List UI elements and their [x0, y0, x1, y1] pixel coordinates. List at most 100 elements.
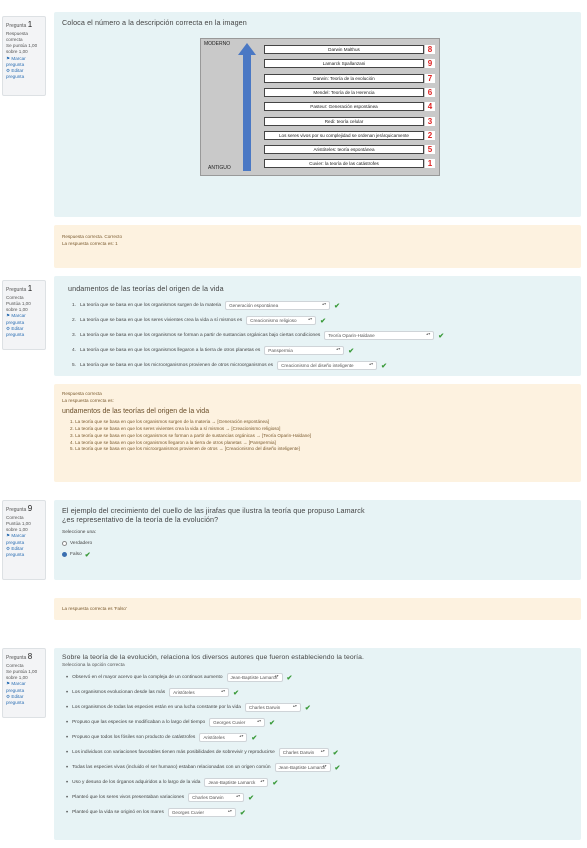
figure-number: 3: [425, 116, 435, 126]
figure-label-box: Mendel: Teoría de la Herencia: [264, 87, 424, 97]
answer-select[interactable]: Teoría Oparin-Haldane: [324, 331, 435, 340]
check-icon: ✔: [348, 347, 355, 355]
match-row: Uso y desuso de los órganos adquiridos a…: [66, 775, 573, 790]
answer-select[interactable]: Charles Darwin: [278, 748, 329, 757]
radio-button[interactable]: [62, 552, 67, 557]
answer-select[interactable]: Generación espontánea: [225, 301, 331, 310]
matching-list: 1. La teoría que se basa en que los organ…: [68, 298, 567, 373]
check-icon: ✔: [381, 362, 387, 370]
answer-select[interactable]: Georges Cuvier: [209, 718, 266, 727]
question-text: Coloca el número a la descripción correc…: [62, 18, 247, 27]
arrow-shape: [238, 43, 256, 171]
question-text-2: ¿es representativo de la teoría de la ev…: [62, 515, 219, 524]
option-false[interactable]: Falso ✔: [62, 549, 573, 560]
flag-question-link[interactable]: ⚑ Marcar pregunta: [6, 681, 42, 693]
question-number: Pregunta 1: [6, 20, 33, 29]
figure-label-box: Lamarck Spallanzani: [264, 59, 424, 69]
figure-label-box: Cuvier: la teoría de las catástrofes: [264, 159, 424, 169]
feedback-intro: La respuesta correcta es:: [62, 398, 114, 404]
answer-select[interactable]: Aristóteles: [199, 733, 248, 742]
feedback-line: 2. La teoría que se basa en que los sere…: [70, 425, 281, 431]
flag-icon: ⚑: [6, 313, 11, 319]
figure-label-box: Darwin Malthus: [264, 45, 424, 54]
figure-number: 7: [425, 73, 435, 83]
figure-number: 8: [425, 45, 435, 54]
answer-select[interactable]: Jean-Baptiste Lamarck: [204, 778, 269, 787]
radio-button[interactable]: [62, 541, 67, 546]
evolution-figure: MODERNO ANTIGUO Darwin Malthus 8 Lamarck S…: [200, 38, 440, 176]
answer-select[interactable]: Jean-Baptiste Lamarck: [226, 673, 283, 682]
feedback-line: 1. La teoría que se basa en que los orga…: [70, 418, 269, 424]
check-icon: ✔: [320, 317, 327, 325]
feedback-line: 3. La teoría que se basa en que los orga…: [70, 432, 312, 438]
check-icon: ✔: [272, 779, 279, 787]
answer-select[interactable]: Charles Darwin: [188, 793, 245, 802]
feedback-box: Respuesta correcta. Correcto La respuest…: [54, 225, 581, 268]
check-icon: ✔: [269, 719, 276, 727]
answer-select[interactable]: Charles Darwin: [244, 703, 301, 712]
question-score: Puntúa 1,00 sobre 1,00: [6, 300, 31, 313]
figure-number: 4: [425, 102, 435, 112]
flag-question-link[interactable]: ⚑ Marcar pregunta: [6, 533, 42, 545]
match-row: 2. La teoría que se basa en que los seres…: [72, 313, 567, 328]
edit-question-link[interactable]: ⚙ Editar pregunta: [6, 326, 42, 338]
question-content: undamentos de las teorías del origen de …: [54, 276, 581, 376]
flag-icon: ⚑: [6, 681, 11, 687]
check-icon: ✔: [332, 749, 339, 757]
question-info: Pregunta 9 Correcta Puntúa 1,00 sobre 1,…: [2, 500, 46, 580]
question-number: Pregunta 8: [6, 652, 33, 661]
gear-icon: ⚙: [6, 67, 11, 73]
answer-select[interactable]: Aristóteles: [169, 688, 230, 697]
ancient-label: ANTIGUO: [208, 165, 231, 171]
match-row: Todas las especies vivas (incluido el se…: [66, 760, 573, 775]
feedback-line: 5. La teoría que se basa en que los micr…: [70, 446, 300, 452]
gear-icon: ⚙: [6, 545, 11, 551]
match-row: 3. La teoría que se basa en que los organ…: [72, 328, 567, 343]
question-status: Respuesta correcta: [6, 30, 28, 42]
feedback-box: Respuesta correcta La respuesta correcta…: [54, 384, 581, 482]
modern-label: MODERNO: [204, 41, 231, 47]
figure-label-box: Redi: teoría celular: [264, 116, 424, 126]
figure-number: 6: [425, 87, 435, 97]
question-number: Pregunta 9: [6, 504, 33, 513]
matching-list: Observó en el mayor acervo que la comple…: [62, 670, 573, 820]
feedback-box: La respuesta correcta es 'Falso': [54, 598, 581, 620]
match-row: 4. La teoría que se basa en que los organ…: [72, 343, 567, 358]
edit-question-link[interactable]: ⚙ Editar pregunta: [6, 546, 42, 558]
check-icon: ✔: [286, 674, 293, 682]
question-content: Sobre la teoría de la evolución, relacio…: [54, 648, 581, 840]
answer-select[interactable]: Panspermia: [264, 346, 345, 355]
question-score: Se puntúa 1,00 sobre 1,00: [6, 668, 38, 681]
check-icon: ✔: [438, 332, 445, 340]
match-row: Planteó que los seres vivos presentaban …: [66, 790, 573, 805]
figure-label-box: Pasteur: Generación espontánea: [264, 102, 424, 112]
figure-number: 1: [425, 159, 435, 169]
match-row: Los individuos con variaciones favorable…: [66, 745, 573, 760]
edit-question-link[interactable]: ⚙ Editar pregunta: [6, 694, 42, 706]
answer-select[interactable]: Creacionismo del diseño inteligente: [277, 361, 378, 370]
match-row: 5. La teoría que se basa en que los micro…: [72, 358, 567, 373]
answer-select[interactable]: Georges Cuvier: [167, 808, 236, 817]
flag-question-link[interactable]: ⚑ Marcar pregunta: [6, 313, 42, 325]
answer-select[interactable]: Jean-Baptiste Lamarck: [274, 763, 331, 772]
question-score: Se puntúa 1,00 sobre 1,00: [6, 43, 38, 55]
figure-number: 2: [425, 130, 435, 140]
question-text: Sobre la teoría de la evolución, relacio…: [62, 654, 364, 661]
option-true[interactable]: Verdadero: [62, 538, 573, 549]
match-row: Los organismos evolucionan desde las más…: [66, 685, 573, 700]
flag-icon: ⚑: [6, 533, 11, 539]
question-content: El ejemplo del crecimiento del cuello de…: [54, 500, 581, 580]
question-info: Pregunta 1 Correcta Puntúa 1,00 sobre 1,…: [2, 280, 46, 350]
edit-question-link[interactable]: ⚙ Editar pregunta: [6, 68, 42, 80]
check-icon: ✔: [248, 794, 254, 802]
flag-question-link[interactable]: ⚑ Marcar pregunta: [6, 56, 42, 68]
check-icon: ✔: [239, 809, 246, 817]
match-row: Propuso que las especies se modificaban …: [66, 715, 573, 730]
question-info: Pregunta 1 Respuesta correcta Se puntúa …: [2, 16, 46, 96]
timeline-arrow: [238, 43, 256, 171]
question-score: Puntúa 1,00 sobre 1,00: [6, 520, 31, 533]
question-text: El ejemplo del crecimiento del cuello de…: [62, 506, 365, 515]
answer-select[interactable]: Creacionismo religioso: [246, 316, 317, 325]
figure-number: 9: [425, 59, 435, 69]
check-icon: ✔: [334, 302, 340, 310]
